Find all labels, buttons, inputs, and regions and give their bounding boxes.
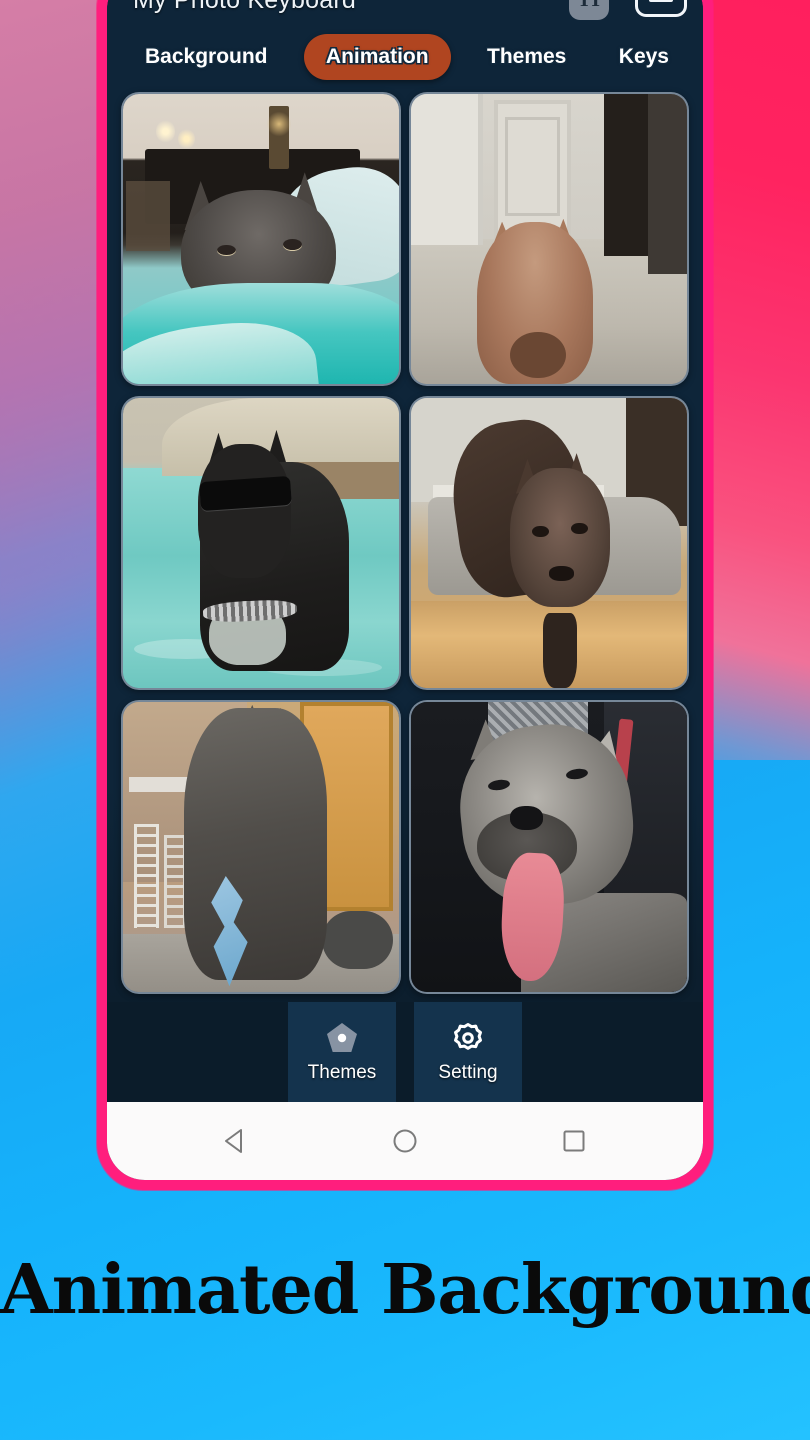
home-button[interactable] (390, 1126, 420, 1156)
gear-icon (454, 1023, 482, 1050)
minimize-keyboard-icon (649, 0, 673, 2)
nav-gap (396, 1002, 414, 1102)
thumbnail-artwork (411, 94, 687, 384)
bottom-nav-item-setting[interactable]: Setting (414, 1002, 522, 1102)
square-recents-icon (563, 1130, 585, 1152)
nav-spacer-left (107, 1002, 288, 1102)
bottom-nav-item-themes[interactable]: Themes (288, 1002, 396, 1102)
thumbnail-artwork (123, 398, 399, 688)
animation-thumbnail[interactable] (409, 92, 689, 386)
phone-frame: My Photo Keyboard TT Background Animatio… (97, 0, 713, 1190)
android-navigation-bar (107, 1102, 703, 1180)
bottom-navigation: Themes Setting (107, 1002, 703, 1102)
titlebar-actions: TT (569, 0, 687, 20)
promo-caption: Animated Background (0, 1250, 810, 1330)
bottom-nav-label: Themes (307, 1062, 377, 1083)
pentagon-home-icon (327, 1023, 357, 1052)
app-container: My Photo Keyboard TT Background Animatio… (107, 0, 703, 1102)
circle-home-icon (393, 1129, 417, 1153)
text-style-icon: TT (578, 0, 603, 12)
thumbnail-artwork (123, 702, 399, 992)
app-title: My Photo Keyboard (133, 0, 569, 15)
triangle-back-icon (224, 1129, 242, 1153)
animation-grid (107, 86, 703, 1002)
minimize-keyboard-button[interactable] (635, 0, 687, 17)
thumbnail-artwork (411, 398, 687, 688)
tab-animation[interactable]: Animation (303, 34, 451, 80)
tab-themes[interactable]: Themes (471, 35, 582, 79)
animation-thumbnail[interactable] (409, 396, 689, 690)
animation-thumbnail[interactable] (409, 700, 689, 994)
nav-spacer-right (522, 1002, 703, 1102)
phone-screen: My Photo Keyboard TT Background Animatio… (107, 0, 703, 1180)
app-titlebar: My Photo Keyboard TT (107, 0, 703, 28)
bottom-nav-label: Setting (438, 1062, 498, 1083)
recents-button[interactable] (559, 1126, 589, 1156)
thumbnail-artwork (411, 702, 687, 992)
thumbnail-artwork (123, 94, 399, 384)
tab-background[interactable]: Background (129, 35, 284, 79)
animation-thumbnail[interactable] (121, 700, 401, 994)
back-button[interactable] (221, 1126, 251, 1156)
animation-thumbnail[interactable] (121, 92, 401, 386)
animation-thumbnail[interactable] (121, 396, 401, 690)
tab-bar: Background Animation Themes Keys (107, 28, 703, 86)
text-style-button[interactable]: TT (569, 0, 609, 20)
tab-keys[interactable]: Keys (603, 35, 685, 79)
